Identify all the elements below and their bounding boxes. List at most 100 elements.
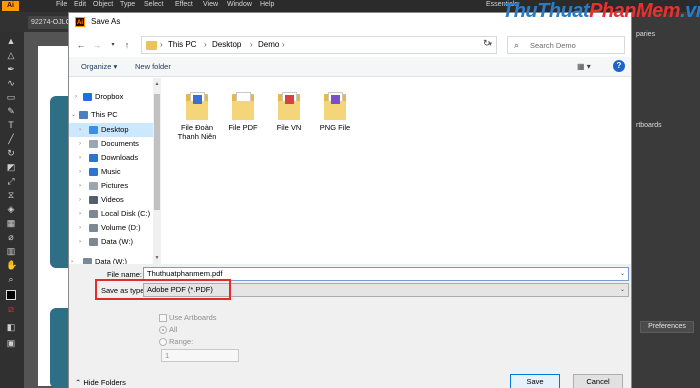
tree-item-this-pc[interactable]: ⌄ This PC [69,108,153,122]
tree-item-local-disk-c[interactable]: › Local Disk (C:) [69,207,153,221]
chevron-right-icon[interactable]: › [71,255,73,264]
selection-tool-icon[interactable]: ▲ [6,36,16,46]
navigation-scrollbar[interactable]: ▲ ▼ [153,78,161,264]
chevron-right-icon[interactable]: › [75,90,77,104]
tree-item-data-w[interactable]: › Data (W:) [69,235,153,249]
folder-item[interactable]: PNG File [311,92,359,132]
menu-window[interactable]: Window [227,1,252,8]
tree-item-videos[interactable]: › Videos [69,193,153,207]
graph-tool-icon[interactable]: ▥ [6,246,16,256]
tree-item-dropbox[interactable]: › Dropbox [69,90,153,104]
downloads-icon [89,154,98,162]
chevron-right-icon[interactable]: › [204,40,207,49]
line-tool-icon[interactable]: ╱ [6,134,16,144]
tree-item-data-w-root[interactable]: › Data (W:) [69,255,153,264]
hand-tool-icon[interactable]: ✋ [6,260,17,270]
chevron-right-icon[interactable]: › [79,207,81,221]
save-as-dialog: Ai Save As ← → ▾ ↑ › This PC › Desktop ›… [68,12,632,388]
folder-item[interactable]: File Đoàn Thanh Niên [173,92,221,141]
pen-tool-icon[interactable]: ✒ [6,64,16,74]
eraser-tool-icon[interactable]: ◩ [6,162,16,172]
all-radio[interactable] [159,326,167,334]
direct-selection-tool-icon[interactable]: △ [6,50,16,60]
range-radio[interactable] [159,338,167,346]
tree-item-music[interactable]: › Music [69,165,153,179]
fill-color-icon[interactable] [6,290,16,300]
search-input[interactable]: Search Demo [530,41,576,50]
tree-item-pictures[interactable]: › Pictures [69,179,153,193]
scroll-down-arrow-icon[interactable]: ▼ [153,254,161,262]
gradient-tool-icon[interactable]: ▦ [6,218,16,228]
help-icon[interactable]: ? [613,60,625,72]
menu-select[interactable]: Select [144,1,163,8]
screen-mode-icon[interactable]: ▣ [6,338,16,348]
draw-mode-icon[interactable]: ◧ [6,322,16,332]
type-tool-icon[interactable]: T [6,120,16,130]
tree-item-desktop[interactable]: › Desktop [69,123,153,137]
view-options-icon[interactable]: ▦ ▾ [577,62,591,71]
menu-object[interactable]: Object [93,1,113,8]
recent-locations-chevron-icon[interactable]: ▾ [107,38,119,52]
cancel-button[interactable]: Cancel [573,374,623,388]
tree-item-documents[interactable]: › Documents [69,137,153,151]
shape-builder-tool-icon[interactable]: ◈ [6,204,16,214]
forward-arrow-icon[interactable]: → [91,38,103,52]
chevron-right-icon[interactable]: › [250,40,253,49]
file-name-label: File name: [107,270,143,279]
chevron-down-icon[interactable]: ⌄ [620,268,625,280]
file-list: File Đoàn Thanh Niên File PDF File VN PN… [161,78,631,264]
tree-item-downloads[interactable]: › Downloads [69,151,153,165]
folder-item[interactable]: File PDF [219,92,267,132]
chevron-right-icon[interactable]: › [79,179,81,193]
rotate-tool-icon[interactable]: ↻ [6,148,16,158]
menu-file[interactable]: File [56,1,67,8]
zoom-tool-icon[interactable]: ⌕ [6,274,16,284]
folder-icon [324,92,346,120]
organize-button[interactable]: Organize ▾ [81,62,117,71]
stroke-color-icon[interactable]: ⧄ [6,304,16,314]
breadcrumb-this-pc[interactable]: This PC [168,40,196,49]
chevron-right-icon[interactable]: › [79,235,81,249]
menu-edit[interactable]: Edit [74,1,86,8]
panel-artboards-label: rtboards [636,122,662,129]
menu-type[interactable]: Type [120,1,135,8]
scroll-up-arrow-icon[interactable]: ▲ [153,80,161,88]
save-button[interactable]: Save [510,374,560,388]
chevron-right-icon[interactable]: › [79,165,81,179]
chevron-right-icon[interactable]: › [79,193,81,207]
search-box[interactable]: ⌕ Search Demo [507,36,625,54]
chevron-right-icon[interactable]: › [282,40,285,49]
up-arrow-icon[interactable]: ↑ [121,38,133,52]
new-folder-button[interactable]: New folder [135,62,171,71]
breadcrumb-demo[interactable]: Demo [258,40,279,49]
chevron-right-icon[interactable]: › [79,123,81,137]
file-name-value[interactable]: Thuthuatphanmem.pdf [147,269,222,278]
folder-item[interactable]: File VN [265,92,313,132]
refresh-icon[interactable]: ↻ [483,38,491,49]
breadcrumb-desktop[interactable]: Desktop [212,40,241,49]
rectangle-tool-icon[interactable]: ▭ [6,92,16,102]
chevron-down-icon[interactable]: ⌄ [71,108,76,122]
scale-tool-icon[interactable]: ⤢ [6,176,16,186]
pencil-tool-icon[interactable]: ✎ [6,106,16,116]
chevron-right-icon[interactable]: › [79,137,81,151]
back-arrow-icon[interactable]: ← [75,38,87,52]
chevron-right-icon[interactable]: › [79,151,81,165]
curvature-tool-icon[interactable]: ∿ [6,78,16,88]
menu-help[interactable]: Help [260,1,274,8]
use-artboards-checkbox[interactable] [159,314,167,322]
artboard-card-2 [50,308,70,388]
width-tool-icon[interactable]: ⧖ [6,190,16,200]
hide-folders-button[interactable]: ⌃ Hide Folders [75,378,126,387]
chevron-right-icon[interactable]: › [79,221,81,235]
preferences-button[interactable]: Preferences [640,321,694,333]
chevron-right-icon[interactable]: › [160,40,163,49]
range-input[interactable]: 1 [161,349,239,362]
scrollbar-thumb[interactable] [154,94,160,210]
menu-view[interactable]: View [203,1,218,8]
tree-item-volume-d[interactable]: › Volume (D:) [69,221,153,235]
eyedropper-tool-icon[interactable]: ⌀ [6,232,16,242]
address-bar[interactable]: › This PC › Desktop › Demo › ▾ [141,36,497,54]
chevron-down-icon[interactable]: ⌄ [620,284,625,296]
menu-effect[interactable]: Effect [175,1,193,8]
